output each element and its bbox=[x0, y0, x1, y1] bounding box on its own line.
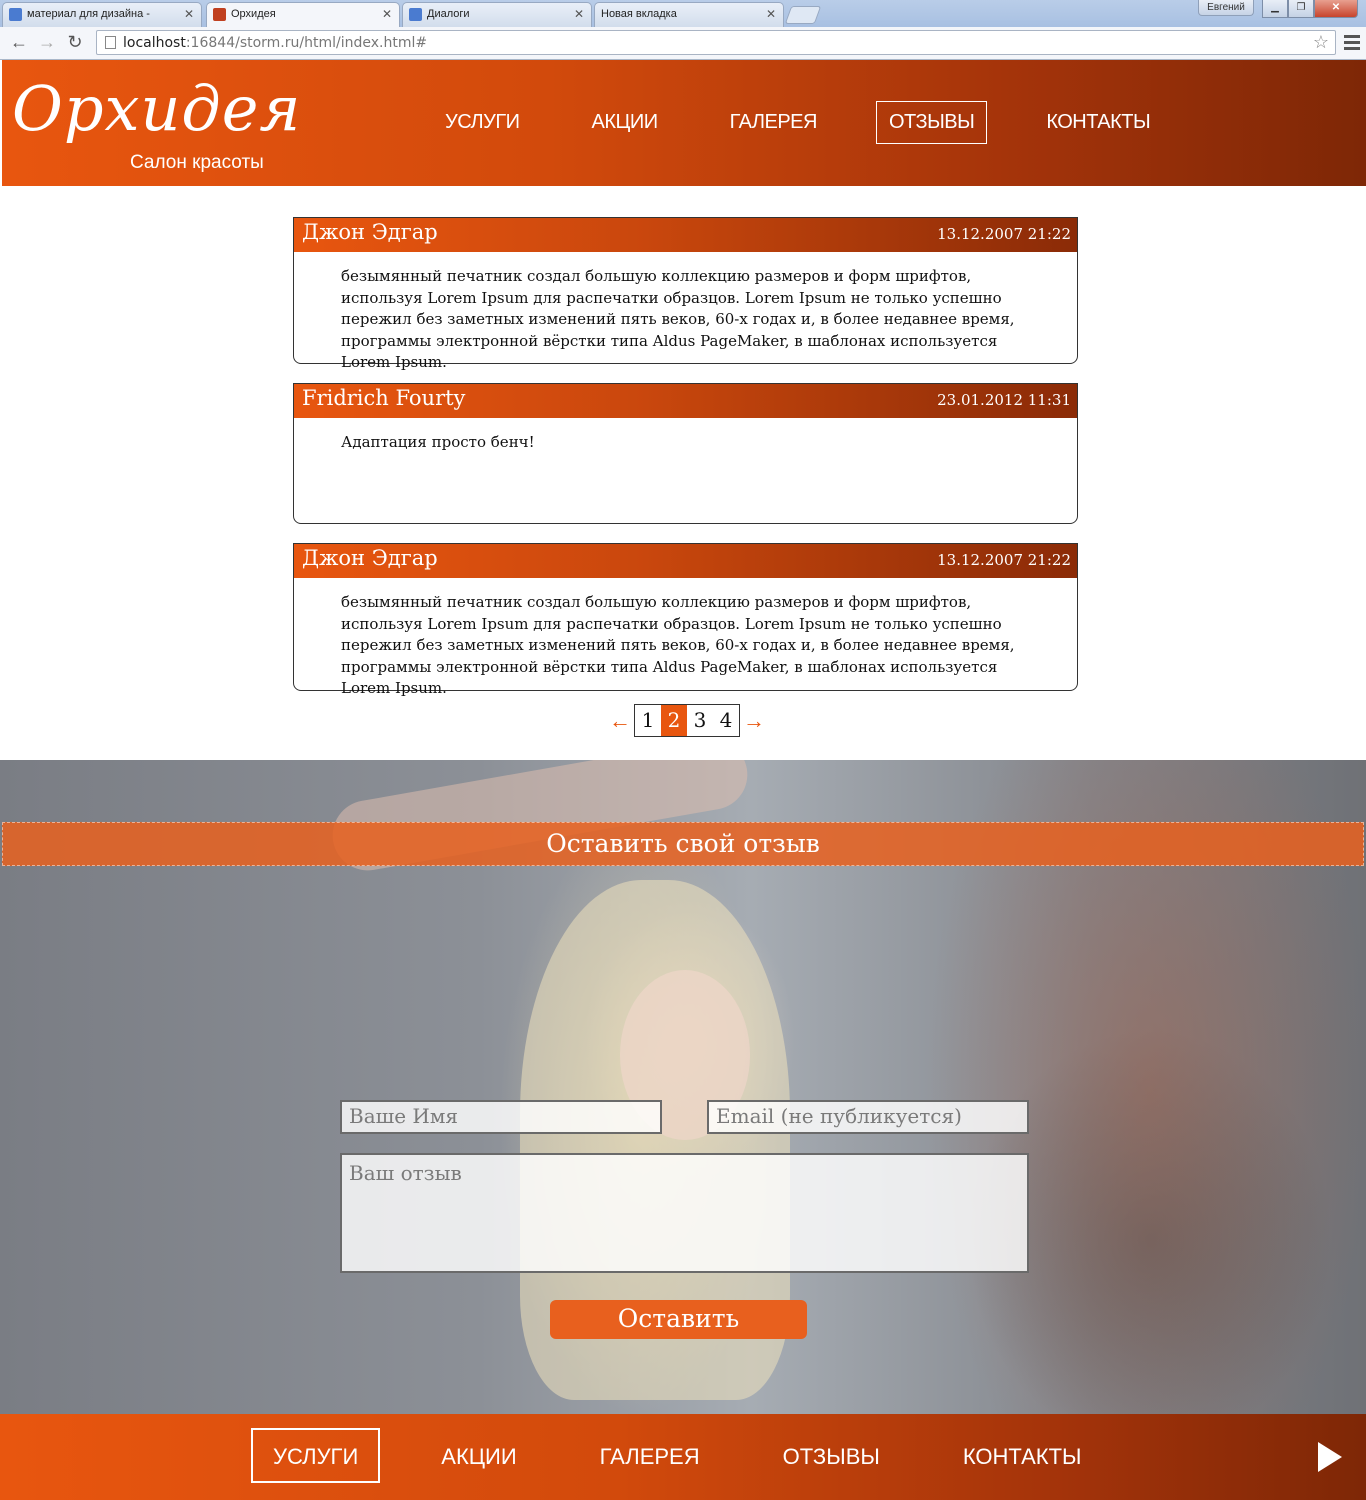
name-input[interactable]: Ваше Имя bbox=[340, 1100, 662, 1134]
review-author: Джон Эдгар bbox=[302, 546, 438, 570]
maximize-button[interactable]: ❐ bbox=[1288, 0, 1314, 18]
footer-nav-gallery[interactable]: ГАЛЕРЕЯ bbox=[578, 1428, 722, 1483]
menu-icon[interactable] bbox=[1344, 35, 1360, 51]
nav-reviews[interactable]: ОТЗЫВЫ bbox=[875, 101, 988, 144]
feedback-section: Оставить свой отзыв Ваше Имя Email (не п… bbox=[0, 760, 1366, 1414]
nav-services[interactable]: УСЛУГИ bbox=[432, 101, 533, 144]
page-link[interactable]: 1 bbox=[635, 705, 661, 736]
tab-orchid[interactable]: Орхидея ✕ bbox=[206, 2, 400, 28]
logo-tagline: Салон красоты bbox=[130, 152, 264, 173]
footer-nav-services[interactable]: УСЛУГИ bbox=[251, 1428, 381, 1483]
review-text: безымянный печатник создал большую колле… bbox=[341, 267, 1015, 371]
pagination: ← 1 2 3 4 → bbox=[606, 704, 768, 737]
docs-icon bbox=[9, 8, 22, 21]
submit-button[interactable]: Оставить bbox=[550, 1300, 807, 1339]
review-card: Джон Эдгар 13.12.2007 21:22 безымянный п… bbox=[293, 217, 1078, 371]
logo[interactable]: Орхидея Салон красоты bbox=[12, 72, 302, 174]
chat-icon bbox=[409, 8, 422, 21]
prev-arrow-icon[interactable]: ← bbox=[606, 708, 634, 734]
page-link[interactable]: 4 bbox=[713, 705, 739, 736]
footer-nav-reviews[interactable]: ОТЗЫВЫ bbox=[761, 1428, 902, 1483]
review-header: Fridrich Fourty 23.01.2012 11:31 bbox=[294, 384, 1077, 418]
page-list: 1 2 3 4 bbox=[634, 704, 740, 737]
footer-nav-contacts[interactable]: КОНТАКТЫ bbox=[941, 1428, 1104, 1483]
nav-gallery[interactable]: ГАЛЕРЕЯ bbox=[717, 101, 830, 144]
profile-badge[interactable]: Евгений bbox=[1198, 0, 1254, 16]
nav-contacts[interactable]: КОНТАКТЫ bbox=[1033, 101, 1163, 144]
new-tab-button[interactable] bbox=[784, 6, 822, 24]
review-textarea[interactable]: Ваш отзыв bbox=[340, 1153, 1029, 1273]
window-controls: ▁ ❐ ✕ bbox=[1262, 0, 1358, 18]
review-date: 13.12.2007 21:22 bbox=[937, 551, 1071, 569]
back-icon[interactable]: ← bbox=[8, 32, 30, 54]
page-link[interactable]: 3 bbox=[687, 705, 713, 736]
review-date: 23.01.2012 11:31 bbox=[937, 391, 1071, 409]
tab-dialogs[interactable]: Диалоги ✕ bbox=[402, 2, 592, 27]
tab-new[interactable]: Новая вкладка ✕ bbox=[594, 2, 784, 27]
tab-title: Орхидея bbox=[231, 8, 276, 20]
review-card: Fridrich Fourty 23.01.2012 11:31 Адаптац… bbox=[293, 383, 1078, 524]
tab-title: Диалоги bbox=[427, 8, 470, 20]
tab-design-material[interactable]: материал для дизайна - ✕ bbox=[2, 2, 202, 27]
review-header: Джон Эдгар 13.12.2007 21:22 bbox=[294, 218, 1077, 252]
nav-promotions[interactable]: АКЦИИ bbox=[579, 101, 671, 144]
review-author: Джон Эдгар bbox=[302, 220, 438, 244]
site-favicon-icon bbox=[213, 8, 226, 21]
forward-icon[interactable]: → bbox=[36, 32, 58, 54]
browser-chrome: материал для дизайна - ✕ Орхидея ✕ Диало… bbox=[0, 0, 1366, 60]
top-nav: УСЛУГИ АКЦИИ ГАЛЕРЕЯ ОТЗЫВЫ КОНТАКТЫ bbox=[432, 101, 1209, 144]
site-footer: УСЛУГИ АКЦИИ ГАЛЕРЕЯ ОТЗЫВЫ КОНТАКТЫ bbox=[0, 1414, 1366, 1500]
review-date: 13.12.2007 21:22 bbox=[937, 225, 1071, 243]
address-bar[interactable]: localhost:16844/storm.ru/html/index.html… bbox=[96, 30, 1336, 55]
close-icon[interactable]: ✕ bbox=[574, 7, 584, 21]
page-icon bbox=[105, 36, 116, 49]
page-link-current[interactable]: 2 bbox=[661, 705, 687, 736]
url-host: localhost bbox=[123, 35, 186, 51]
review-text: безымянный печатник создал большую колле… bbox=[341, 593, 1015, 697]
review-header: Джон Эдгар 13.12.2007 21:22 bbox=[294, 544, 1077, 578]
url-text[interactable]: localhost:16844/storm.ru/html/index.html… bbox=[123, 35, 427, 51]
play-icon[interactable] bbox=[1318, 1442, 1342, 1472]
close-window-button[interactable]: ✕ bbox=[1314, 0, 1358, 18]
review-text: Адаптация просто бенч! bbox=[341, 433, 535, 451]
close-icon[interactable]: ✕ bbox=[382, 7, 392, 21]
close-icon[interactable]: ✕ bbox=[184, 7, 194, 21]
minimize-button[interactable]: ▁ bbox=[1262, 0, 1288, 18]
next-arrow-icon[interactable]: → bbox=[740, 708, 768, 734]
browser-toolbar: ← → ↻ localhost:16844/storm.ru/html/inde… bbox=[0, 27, 1366, 59]
email-input[interactable]: Email (не публикуется) bbox=[707, 1100, 1029, 1134]
bookmark-star-icon[interactable]: ☆ bbox=[1313, 32, 1329, 53]
review-card: Джон Эдгар 13.12.2007 21:22 безымянный п… bbox=[293, 543, 1078, 697]
tab-strip: материал для дизайна - ✕ Орхидея ✕ Диало… bbox=[0, 0, 1366, 28]
close-icon[interactable]: ✕ bbox=[766, 7, 776, 21]
reload-icon[interactable]: ↻ bbox=[64, 32, 86, 54]
logo-script: Орхидея bbox=[12, 72, 302, 145]
site-header: Орхидея Салон красоты УСЛУГИ АКЦИИ ГАЛЕР… bbox=[2, 60, 1366, 186]
tab-title: материал для дизайна - bbox=[27, 8, 150, 20]
url-path: :16844/storm.ru/html/index.html# bbox=[185, 35, 428, 51]
review-author: Fridrich Fourty bbox=[302, 386, 466, 410]
footer-nav-promotions[interactable]: АКЦИИ bbox=[419, 1428, 538, 1483]
feedback-title: Оставить свой отзыв bbox=[2, 822, 1364, 866]
footer-nav: УСЛУГИ АКЦИИ ГАЛЕРЕЯ ОТЗЫВЫ КОНТАКТЫ bbox=[251, 1428, 1143, 1483]
tab-title: Новая вкладка bbox=[601, 8, 677, 20]
